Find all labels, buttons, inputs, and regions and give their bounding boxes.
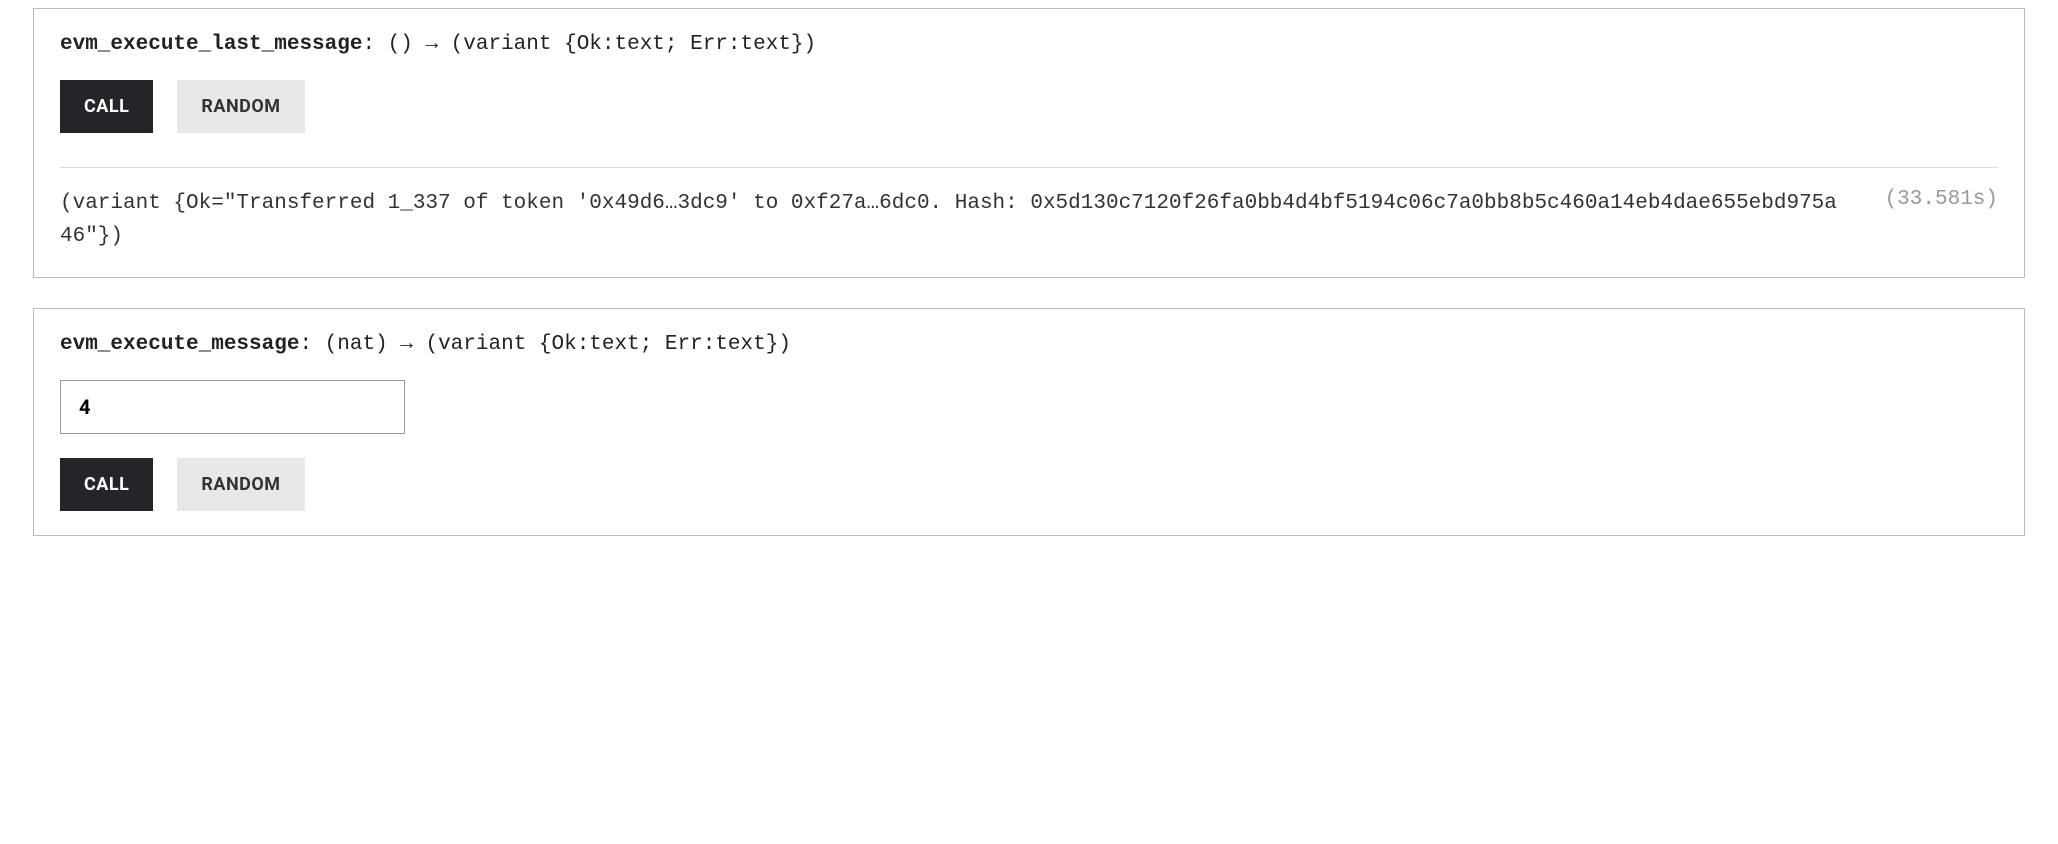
result-text: (variant {Ok="Transferred 1_337 of token… bbox=[60, 188, 1845, 253]
input-row bbox=[60, 380, 1998, 434]
method-card-evm-execute-message: evm_execute_message: (nat) → (variant {O… bbox=[33, 308, 2025, 536]
method-signature-rest: : (nat) → (variant {Ok:text; Err:text}) bbox=[299, 333, 790, 356]
method-card-evm-execute-last-message: evm_execute_last_message: () → (variant … bbox=[33, 8, 2025, 278]
button-row: CALL RANDOM bbox=[60, 458, 1998, 511]
method-signature: evm_execute_last_message: () → (variant … bbox=[60, 33, 1998, 56]
method-signature-rest: : () → (variant {Ok:text; Err:text}) bbox=[362, 33, 816, 56]
random-button[interactable]: RANDOM bbox=[177, 80, 304, 133]
random-button[interactable]: RANDOM bbox=[177, 458, 304, 511]
nat-input[interactable] bbox=[60, 380, 405, 434]
result-row: (variant {Ok="Transferred 1_337 of token… bbox=[60, 188, 1998, 253]
method-name: evm_execute_message bbox=[60, 333, 299, 356]
call-button[interactable]: CALL bbox=[60, 80, 153, 133]
call-button[interactable]: CALL bbox=[60, 458, 153, 511]
method-signature: evm_execute_message: (nat) → (variant {O… bbox=[60, 333, 1998, 356]
method-name: evm_execute_last_message bbox=[60, 33, 362, 56]
timing-label: (33.581s) bbox=[1885, 188, 1998, 211]
button-row: CALL RANDOM bbox=[60, 80, 1998, 133]
divider bbox=[60, 167, 1998, 168]
